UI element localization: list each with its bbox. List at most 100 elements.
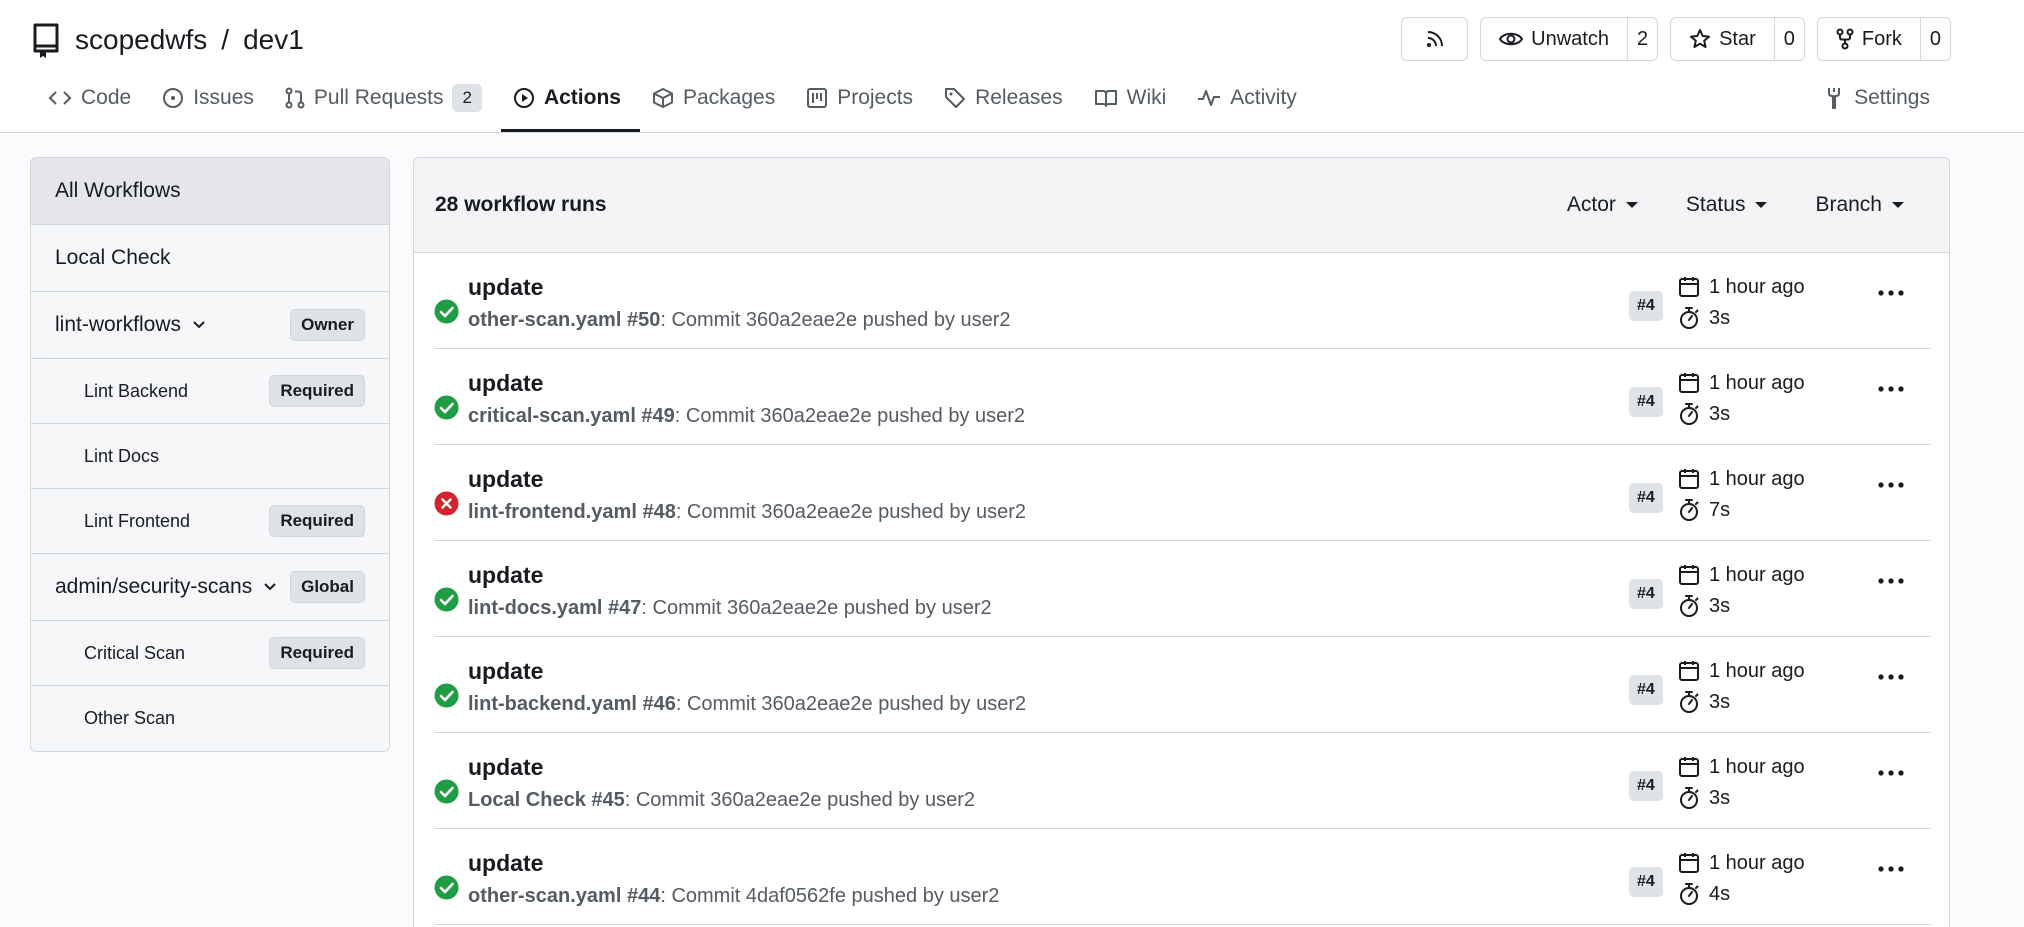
check-circle-icon <box>434 587 459 612</box>
run-ref-badge[interactable]: #4 <box>1629 867 1663 897</box>
status-filter-dropdown[interactable]: Status <box>1662 193 1792 217</box>
tab-activity-label: Activity <box>1230 86 1297 109</box>
fork-button[interactable]: Fork <box>1818 18 1920 60</box>
repo-owner-link[interactable]: scopedwfs <box>75 24 207 56</box>
runs-header: 28 workflow runs Actor Status Branch <box>414 158 1949 253</box>
run-title-link[interactable]: update <box>468 562 543 589</box>
sidebar-item-local-check[interactable]: Local Check <box>31 225 389 292</box>
kebab-menu-icon[interactable] <box>1878 481 1904 489</box>
workflow-run-row[interactable]: update lint-backend.yaml #46: Commit 360… <box>434 637 1931 733</box>
run-meta: 1 hour ago 3s <box>1677 755 1805 810</box>
workflow-run-row[interactable]: update lint-frontend.yaml #48: Commit 36… <box>434 445 1931 541</box>
status-filter-label: Status <box>1685 193 1746 216</box>
rss-feed-button[interactable] <box>1401 17 1469 61</box>
kebab-menu-icon[interactable] <box>1878 865 1904 873</box>
check-circle-icon <box>434 875 459 900</box>
global-badge: Global <box>290 571 365 603</box>
run-ref-badge[interactable]: #4 <box>1629 387 1663 417</box>
stopwatch-icon <box>1677 690 1701 714</box>
sidebar-item-lint-docs[interactable]: Lint Docs <box>31 424 389 489</box>
sidebar-item-label: Local Check <box>55 246 171 269</box>
run-duration: 4s <box>1709 882 1731 905</box>
sidebar-item-all-workflows[interactable]: All Workflows <box>31 158 389 225</box>
calendar-icon <box>1677 371 1701 395</box>
project-icon <box>806 87 828 109</box>
run-title-link[interactable]: update <box>468 370 543 397</box>
star-button[interactable]: Star <box>1671 18 1774 60</box>
run-title-link[interactable]: update <box>468 466 543 493</box>
kebab-menu-icon[interactable] <box>1878 577 1904 585</box>
code-icon <box>48 89 72 107</box>
stars-count[interactable]: 0 <box>1773 18 1804 60</box>
run-ref-badge[interactable]: #4 <box>1629 579 1663 609</box>
run-workflow-name: lint-frontend.yaml #48 <box>468 501 676 523</box>
kebab-menu-icon[interactable] <box>1878 289 1904 297</box>
workflow-run-row[interactable]: update other-scan.yaml #50: Commit 360a2… <box>434 253 1931 349</box>
run-ref-badge[interactable]: #4 <box>1629 291 1663 321</box>
tab-actions-label: Actions <box>543 86 621 109</box>
workflow-run-row[interactable]: update critical-scan.yaml #49: Commit 36… <box>434 349 1931 445</box>
run-title-link[interactable]: update <box>468 274 543 301</box>
sidebar-item-lint-backend[interactable]: Lint Backend Required <box>31 359 389 424</box>
sidebar-item-label: All Workflows <box>55 179 181 202</box>
repo-separator: / <box>221 24 230 55</box>
run-duration: 3s <box>1709 786 1731 809</box>
stopwatch-icon <box>1677 786 1701 810</box>
run-ref-badge[interactable]: #4 <box>1629 483 1663 513</box>
unwatch-label: Unwatch <box>1531 27 1609 50</box>
workflow-run-row[interactable]: update lint-docs.yaml #47: Commit 360a2e… <box>434 541 1931 637</box>
sidebar-group-lint-workflows[interactable]: lint-workflows Owner <box>31 292 389 359</box>
run-meta: 1 hour ago 3s <box>1677 371 1805 426</box>
tab-projects-label: Projects <box>837 86 914 109</box>
tab-pull-requests[interactable]: Pull Requests 2 <box>273 76 501 132</box>
tab-issues[interactable]: Issues <box>150 76 273 132</box>
tab-wiki[interactable]: Wiki <box>1082 76 1186 132</box>
chevron-down-icon[interactable] <box>191 319 207 331</box>
run-workflow-name: critical-scan.yaml #49 <box>468 405 675 427</box>
tab-projects[interactable]: Projects <box>794 76 932 132</box>
run-list: update other-scan.yaml #50: Commit 360a2… <box>414 253 1949 925</box>
tab-wiki-label: Wiki <box>1126 86 1167 109</box>
run-meta: 1 hour ago 7s <box>1677 467 1805 522</box>
repo-name-link[interactable]: dev1 <box>243 24 304 56</box>
unwatch-button[interactable]: Unwatch <box>1481 18 1627 60</box>
sidebar-item-critical-scan[interactable]: Critical Scan Required <box>31 621 389 686</box>
calendar-icon <box>1677 563 1701 587</box>
stopwatch-icon <box>1677 594 1701 618</box>
workflow-run-row[interactable]: update Local Check #45: Commit 360a2eae2… <box>434 733 1931 829</box>
actor-filter-dropdown[interactable]: Actor <box>1543 193 1662 217</box>
owner-badge: Owner <box>290 309 365 341</box>
branch-filter-dropdown[interactable]: Branch <box>1791 193 1928 217</box>
repo-title: scopedwfs / dev1 <box>31 18 304 62</box>
run-title-link[interactable]: update <box>468 658 543 685</box>
workflow-run-row[interactable]: update other-scan.yaml #44: Commit 4daf0… <box>434 829 1931 925</box>
watchers-count[interactable]: 2 <box>1626 18 1657 60</box>
sidebar-group-security-scans[interactable]: admin/security-scans Global <box>31 554 389 621</box>
tab-packages[interactable]: Packages <box>640 76 794 132</box>
stopwatch-icon <box>1677 882 1701 906</box>
forks-count[interactable]: 0 <box>1919 18 1950 60</box>
run-commit-detail: : Commit 360a2eae2e pushed by user2 <box>641 597 992 619</box>
run-time-ago: 1 hour ago <box>1709 659 1805 682</box>
calendar-icon <box>1677 755 1701 779</box>
tab-settings[interactable]: Settings <box>1823 76 1930 120</box>
run-ref-badge[interactable]: #4 <box>1629 675 1663 705</box>
kebab-menu-icon[interactable] <box>1878 673 1904 681</box>
run-ref-badge[interactable]: #4 <box>1629 771 1663 801</box>
run-title-link[interactable]: update <box>468 754 543 781</box>
sidebar-item-lint-frontend[interactable]: Lint Frontend Required <box>31 489 389 554</box>
tab-activity[interactable]: Activity <box>1185 76 1316 132</box>
tab-releases[interactable]: Releases <box>932 76 1082 132</box>
kebab-menu-icon[interactable] <box>1878 385 1904 393</box>
calendar-icon <box>1677 275 1701 299</box>
kebab-menu-icon[interactable] <box>1878 769 1904 777</box>
tab-actions[interactable]: Actions <box>500 76 640 132</box>
fork-button-group: Fork 0 <box>1816 17 1951 61</box>
chevron-down-icon[interactable] <box>262 581 278 593</box>
sidebar-item-other-scan[interactable]: Other Scan <box>31 686 389 751</box>
required-badge: Required <box>269 505 365 537</box>
check-circle-icon <box>434 779 459 804</box>
run-title-link[interactable]: update <box>468 850 543 877</box>
tab-settings-label: Settings <box>1854 86 1930 109</box>
tab-code[interactable]: Code <box>36 76 150 132</box>
